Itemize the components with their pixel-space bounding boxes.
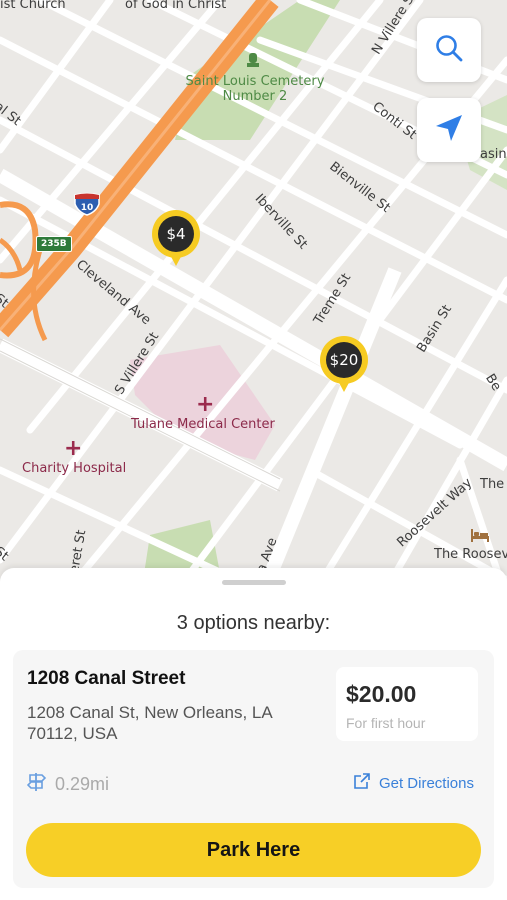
map-label-church: ist Church [0,0,66,12]
price-pin-label: $20 [326,342,362,378]
hotel-icon [470,527,490,548]
map-search-button[interactable] [417,18,481,82]
distance: 0.29mi [26,772,110,797]
svg-text:10: 10 [81,203,94,213]
signpost-icon [26,772,47,797]
exit-shield: 235B [36,236,72,252]
map-label-basin-top: asin [480,147,507,162]
parking-result-card[interactable]: 1208 Canal Street 1208 Canal St, New Orl… [13,650,494,888]
sheet-drag-handle[interactable] [222,580,286,585]
price-pin-label: $4 [158,216,194,252]
distance-value: 0.29mi [55,774,110,794]
sheet-title: 3 options nearby: [176,612,331,634]
get-directions-link[interactable]: Get Directions [353,772,474,795]
price-pin[interactable]: $4 [152,210,200,282]
map-label-tulane: Tulane Medical Center [131,417,275,432]
park-here-button[interactable]: Park Here [26,823,481,877]
interstate-shield-icon: 10 [74,192,100,221]
map-label-god: of God in Christ [125,0,227,12]
price-value: $20.00 [346,681,417,707]
map-label-roosev: The Roosev [434,547,507,562]
hospital-icon: + [64,436,83,461]
location-arrow-icon [433,112,465,149]
cemetery-icon [246,52,260,73]
map-view[interactable]: ist Church of God in Christ Saint Louis … [0,0,507,600]
locate-me-button[interactable] [417,98,481,162]
get-directions-label: Get Directions [378,775,474,792]
price-note: For first hour [346,715,426,731]
price-box: $20.00 For first hour [336,667,478,741]
map-label-cemetery: Saint Louis Cemetery Number 2 [185,74,325,104]
result-address: 1208 Canal St, New Orleans, LA 70112, US… [27,703,272,743]
search-icon [434,33,464,68]
results-sheet: 3 options nearby: 1208 Canal Street 1208… [0,568,507,900]
map-label-the: The [480,477,505,492]
share-arrow-icon [353,772,371,795]
price-pin[interactable]: $20 [320,336,368,408]
hospital-icon: + [196,392,215,417]
map-label-charity: Charity Hospital [22,461,127,476]
result-name: 1208 Canal Street [27,668,186,689]
